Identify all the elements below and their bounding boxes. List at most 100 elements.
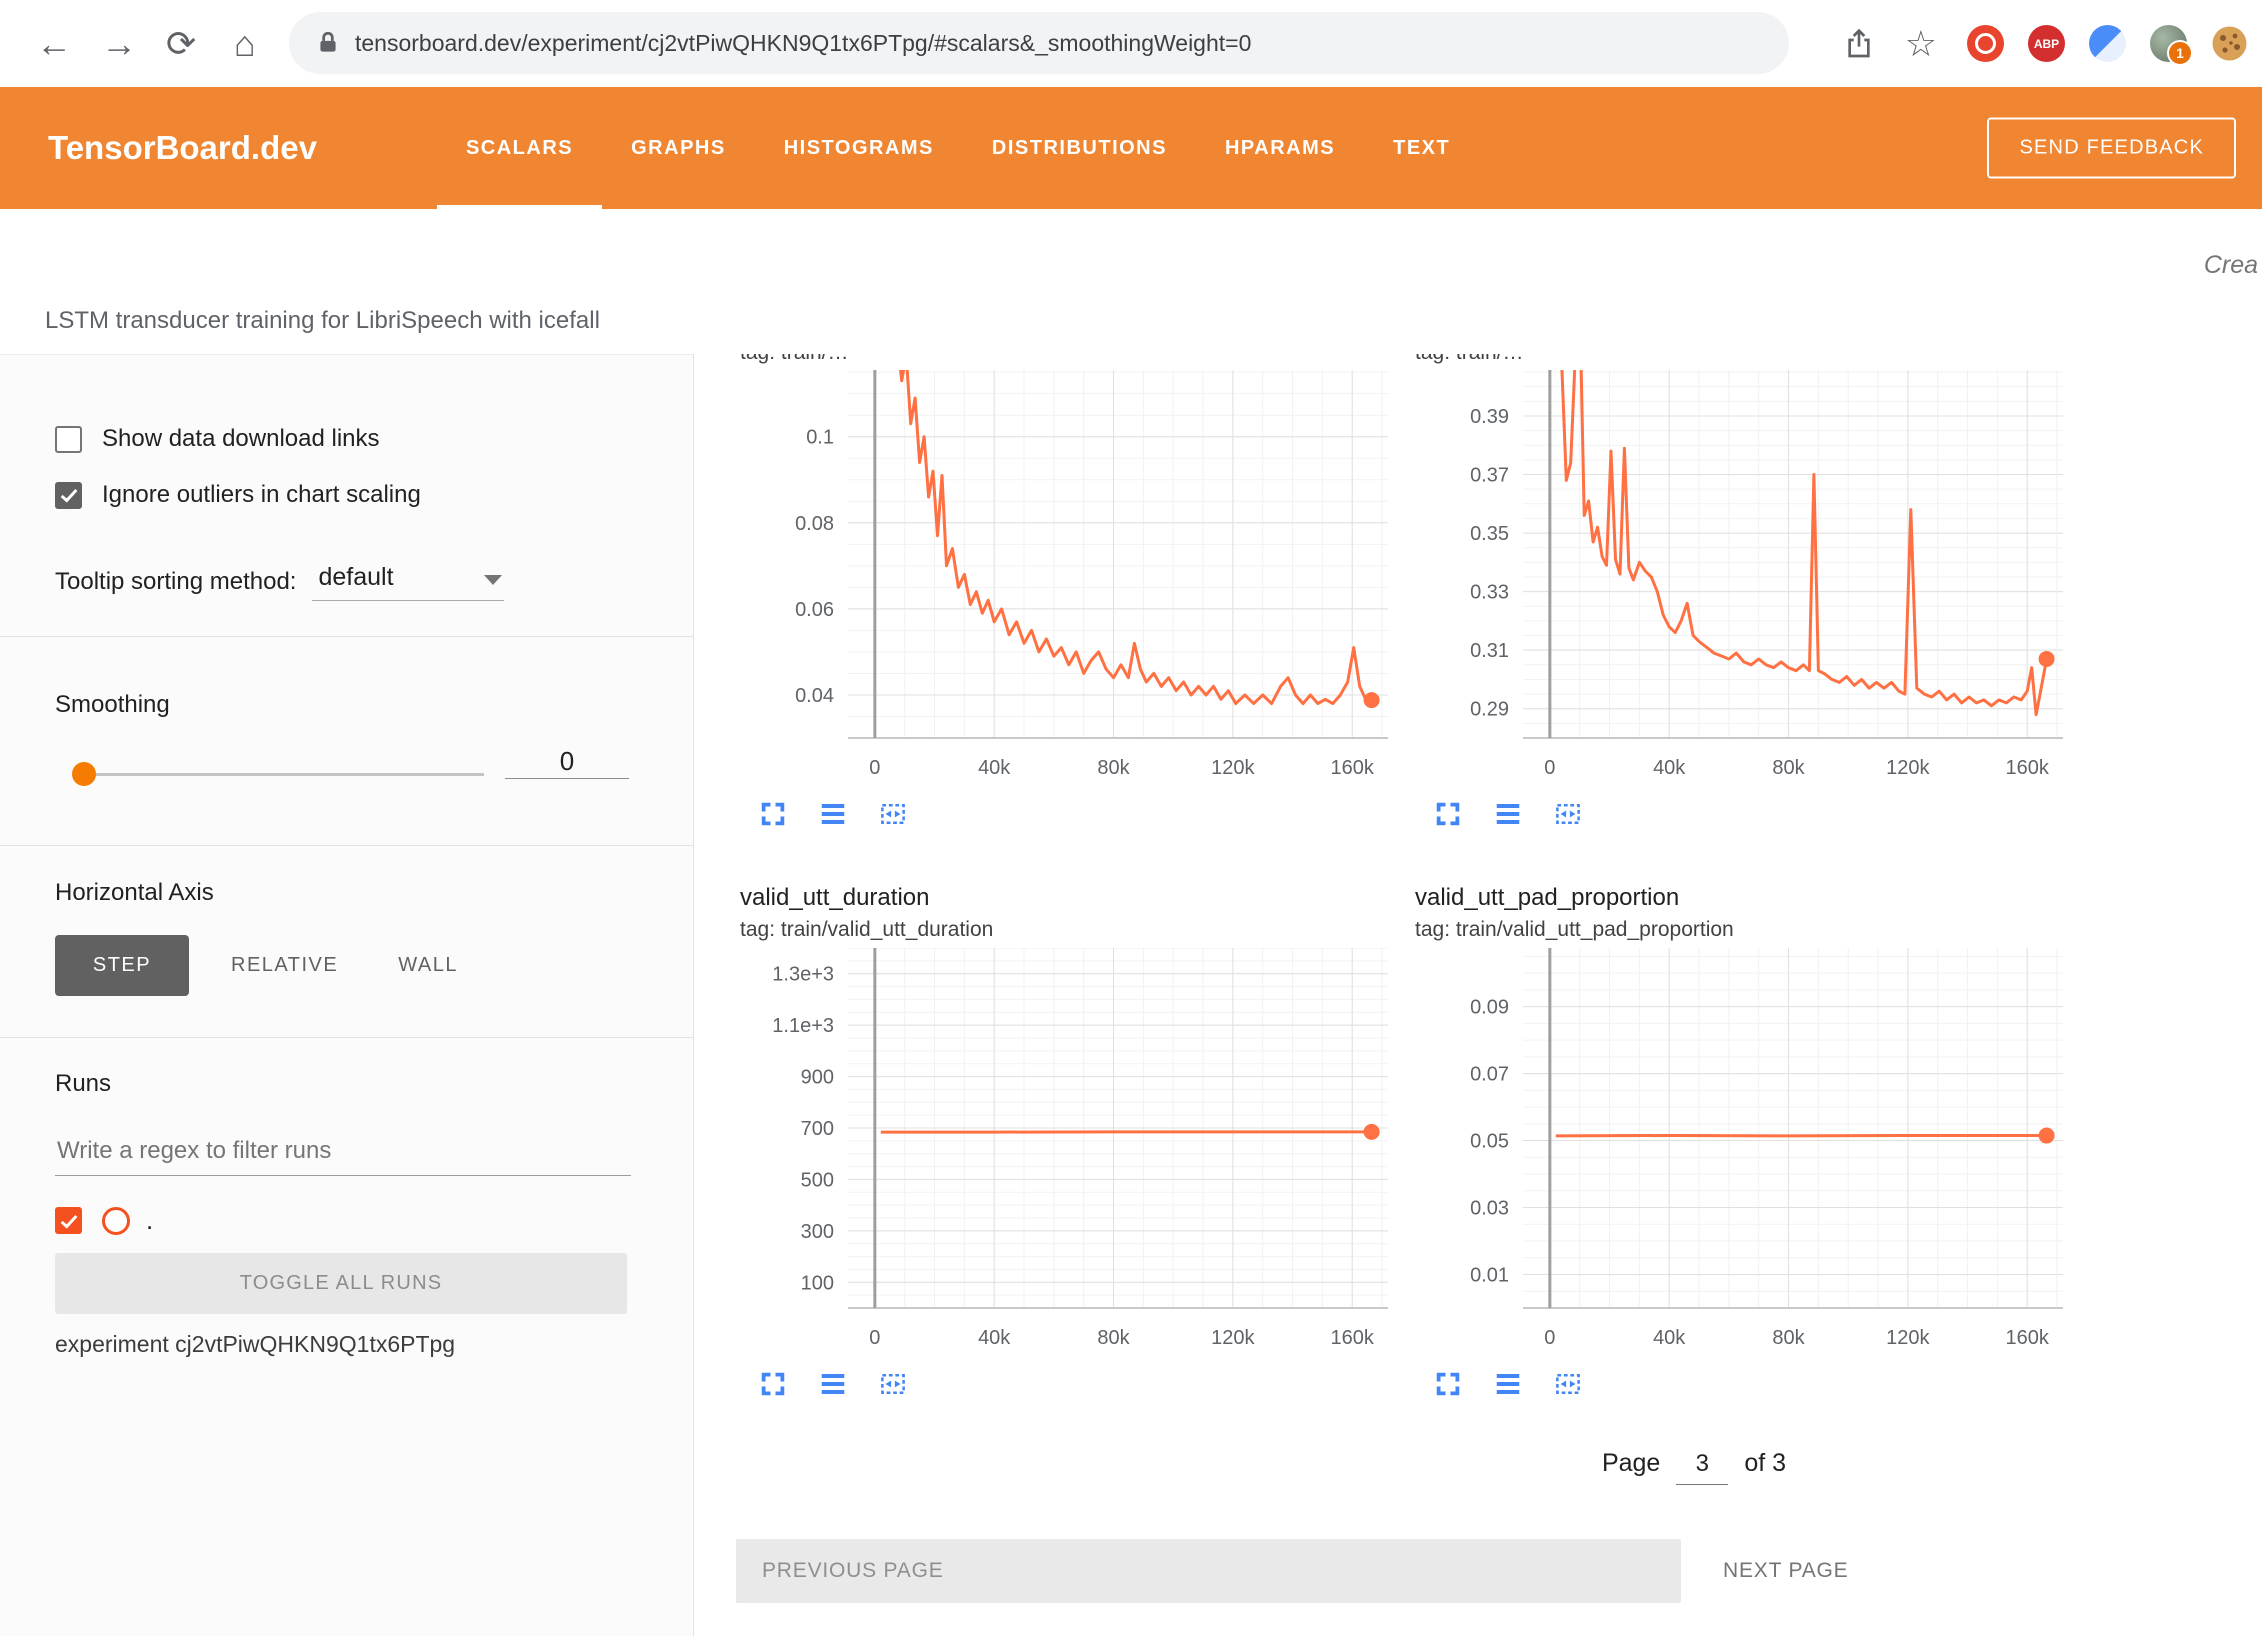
ignore-outliers-label: Ignore outliers in chart scaling: [102, 481, 421, 509]
tab-scalars[interactable]: SCALARS: [437, 87, 602, 209]
back-button[interactable]: ←: [30, 18, 78, 70]
settings-sidebar: Show data download links Ignore outliers…: [0, 354, 694, 1636]
expand-chart-button[interactable]: [1431, 798, 1465, 832]
svg-text:0.01: 0.01: [1470, 1265, 1509, 1287]
experiment-title: LSTM transducer training for LibriSpeech…: [45, 307, 600, 335]
data-table-icon: [1493, 799, 1523, 829]
svg-text:0.35: 0.35: [1470, 523, 1509, 545]
chart-toolbar: [756, 1368, 910, 1402]
svg-text:0.06: 0.06: [795, 599, 834, 621]
fit-domain-icon: [878, 799, 908, 829]
show-download-checkbox[interactable]: [55, 426, 82, 453]
misc-extension-icon[interactable]: [2089, 25, 2126, 62]
chart-title: valid_utt_pad_proportion: [1415, 884, 1679, 912]
tab-hparams[interactable]: HPARAMS: [1196, 87, 1364, 209]
experiment-name: experiment cj2vtPiwQHKN9Q1tx6PTpg: [55, 1331, 455, 1358]
expand-chart-button[interactable]: [756, 798, 790, 832]
fit-domain-button[interactable]: [876, 798, 910, 832]
blocker-extension-icon[interactable]: [1967, 25, 2004, 62]
chart-card: valid_utt_pad_proportion tag: train/vali…: [1415, 884, 2075, 1444]
ignore-outliers-checkbox[interactable]: [55, 482, 82, 509]
scalar-chart[interactable]: 0.010.030.050.070.09040k80k120k160k: [1415, 948, 2075, 1358]
chart-tag: tag: train/valid_utt_pad_proportion: [1415, 918, 1734, 942]
fit-domain-icon: [878, 1369, 908, 1399]
page-label: Page: [1602, 1449, 1660, 1478]
toggle-data-button[interactable]: [1491, 798, 1525, 832]
step-axis-button[interactable]: STEP: [55, 935, 189, 996]
refresh-button[interactable]: ⟳: [160, 18, 202, 70]
svg-text:0.29: 0.29: [1470, 699, 1509, 721]
tab-histograms[interactable]: HISTOGRAMS: [755, 87, 963, 209]
abp-extension-icon[interactable]: ABP: [2028, 25, 2065, 62]
svg-text:80k: 80k: [1097, 1327, 1130, 1349]
smoothing-value-input[interactable]: [505, 745, 629, 779]
scalar-chart[interactable]: 1003005007009001.1e+31.3e+3040k80k120k16…: [740, 948, 1400, 1358]
tab-distributions[interactable]: DISTRIBUTIONS: [963, 87, 1196, 209]
tooltip-sorting-value: default: [318, 563, 393, 591]
smoothing-slider-thumb[interactable]: [72, 762, 96, 786]
run-name: .: [146, 1205, 153, 1236]
chart-card: tag: train/… 0.040.060.080.1040k80k120k1…: [740, 354, 1400, 874]
chart-title: valid_utt_duration: [740, 884, 929, 912]
expand-chart-button[interactable]: [756, 1368, 790, 1402]
tab-text[interactable]: TEXT: [1364, 87, 1479, 209]
svg-text:120k: 120k: [1886, 1327, 1930, 1349]
data-table-icon: [1493, 1369, 1523, 1399]
data-table-icon: [818, 799, 848, 829]
smoothing-slider[interactable]: [76, 773, 484, 776]
svg-text:0.04: 0.04: [795, 685, 834, 707]
svg-text:0.39: 0.39: [1470, 406, 1509, 428]
svg-text:500: 500: [801, 1169, 834, 1191]
svg-text:40k: 40k: [978, 1327, 1011, 1349]
run-checkbox[interactable]: [55, 1207, 82, 1234]
runs-filter-input[interactable]: [55, 1127, 631, 1176]
wall-axis-button[interactable]: WALL: [392, 953, 464, 978]
chart-tag-clipped: tag: train/…: [740, 354, 849, 366]
svg-text:0.31: 0.31: [1470, 640, 1509, 662]
scalar-chart[interactable]: 0.290.310.330.350.370.39040k80k120k160k: [1415, 370, 2075, 788]
relative-axis-button[interactable]: RELATIVE: [225, 953, 344, 978]
pagination: Page of 3: [1394, 1449, 1994, 1485]
forward-button[interactable]: →: [95, 18, 143, 70]
svg-text:160k: 160k: [2006, 1327, 2050, 1349]
toggle-all-runs-button[interactable]: TOGGLE ALL RUNS: [55, 1253, 627, 1314]
svg-text:80k: 80k: [1772, 1327, 1805, 1349]
previous-page-button[interactable]: PREVIOUS PAGE: [736, 1539, 1681, 1603]
main-nav: SCALARS GRAPHS HISTOGRAMS DISTRIBUTIONS …: [437, 87, 1479, 209]
fit-domain-button[interactable]: [1551, 798, 1585, 832]
toggle-data-button[interactable]: [816, 798, 850, 832]
profile-avatar[interactable]: 1: [2150, 25, 2187, 62]
toggle-data-button[interactable]: [816, 1368, 850, 1402]
divider: [0, 636, 693, 637]
home-button[interactable]: ⌂: [228, 18, 262, 70]
tooltip-sorting-select[interactable]: default: [312, 563, 504, 601]
next-page-button[interactable]: NEXT PAGE: [1717, 1539, 1854, 1603]
app-header: TensorBoard.dev SCALARS GRAPHS HISTOGRAM…: [0, 87, 2262, 209]
abp-label: ABP: [2034, 37, 2059, 51]
svg-text:0.07: 0.07: [1470, 1064, 1509, 1086]
svg-text:0: 0: [869, 757, 880, 779]
blocker-ring: [1975, 33, 1996, 54]
svg-text:160k: 160k: [1331, 757, 1375, 779]
smoothing-label: Smoothing: [55, 691, 170, 719]
horizontal-axis-label: Horizontal Axis: [55, 879, 214, 907]
svg-text:120k: 120k: [1211, 757, 1255, 779]
fit-domain-button[interactable]: [1551, 1368, 1585, 1402]
toggle-data-button[interactable]: [1491, 1368, 1525, 1402]
page-number-input[interactable]: [1676, 1449, 1728, 1485]
fullscreen-icon: [1433, 1369, 1463, 1399]
fit-domain-button[interactable]: [876, 1368, 910, 1402]
cookie-extension-icon[interactable]: [2211, 25, 2248, 62]
run-color-swatch: [102, 1207, 130, 1235]
tab-graphs[interactable]: GRAPHS: [602, 87, 755, 209]
brand-logo[interactable]: TensorBoard.dev: [48, 129, 317, 167]
fit-domain-icon: [1553, 799, 1583, 829]
bookmark-star-icon[interactable]: ☆: [1899, 22, 1943, 66]
svg-text:160k: 160k: [2006, 757, 2050, 779]
svg-text:0.08: 0.08: [795, 513, 834, 535]
expand-chart-button[interactable]: [1431, 1368, 1465, 1402]
send-feedback-button[interactable]: SEND FEEDBACK: [1987, 118, 2236, 179]
url-bar[interactable]: tensorboard.dev/experiment/cj2vtPiwQHKN9…: [289, 12, 1789, 74]
scalar-chart[interactable]: 0.040.060.080.1040k80k120k160k: [740, 370, 1400, 788]
share-icon[interactable]: [1843, 28, 1875, 60]
